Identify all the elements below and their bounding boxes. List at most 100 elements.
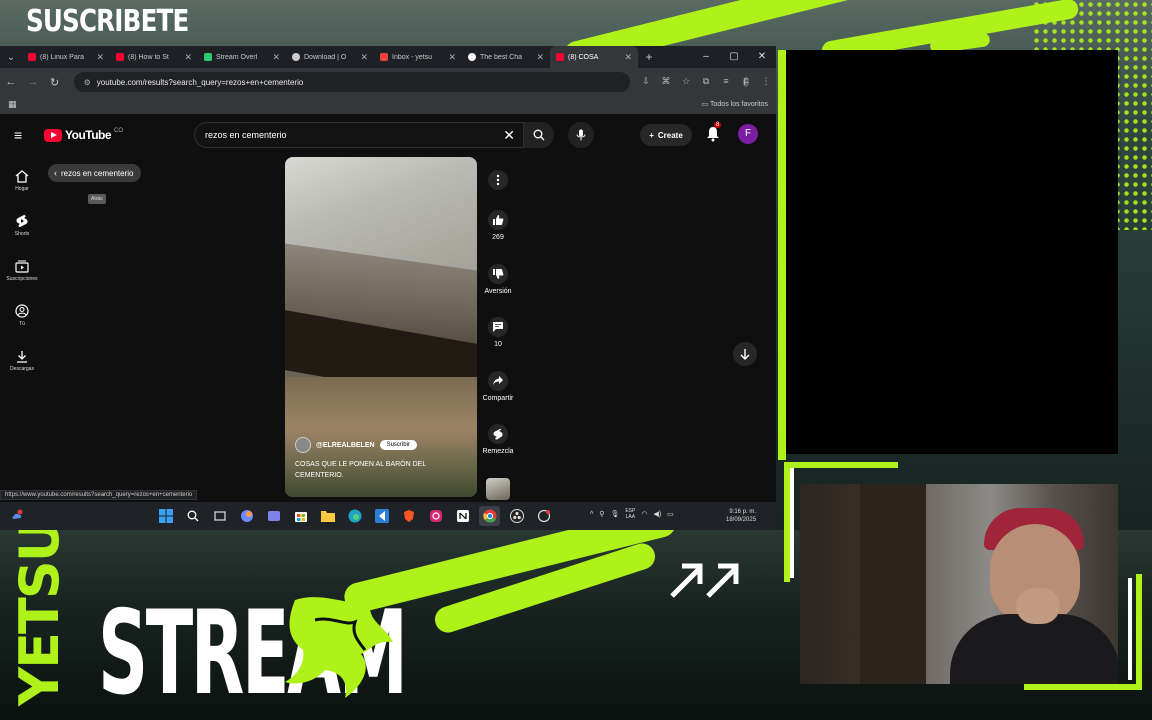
media-icon[interactable]: ≡ <box>716 76 736 88</box>
sidebar-item-you[interactable]: Tú <box>0 293 44 338</box>
more-options-icon[interactable] <box>488 170 508 190</box>
notification-badge: 8 <box>714 122 722 128</box>
language-indicator[interactable]: ESP LAA <box>625 508 635 520</box>
sidebar-item-downloads[interactable]: Descargas <box>0 338 44 383</box>
share-button[interactable]: Compartir <box>476 370 520 425</box>
tab-youtube-howto[interactable]: (8) How to St ✕ <box>110 46 198 68</box>
extensions-icon[interactable]: ⧉ <box>696 76 716 88</box>
comments-button[interactable]: 10 <box>476 317 520 371</box>
chrome-icon[interactable] <box>479 506 500 526</box>
tray-microphone-icon[interactable]: 🎙︎ <box>610 510 619 518</box>
weather-icon[interactable] <box>10 508 26 524</box>
profile-icon[interactable]: F <box>736 76 756 88</box>
menu-dots-icon[interactable]: ⋮ <box>756 76 776 88</box>
youtube-logo[interactable]: YouTube CO <box>44 128 123 142</box>
instagram-icon[interactable] <box>425 506 446 526</box>
short-video-player[interactable]: @ELREALBELEN Suscribir COSAS QUE LE PONE… <box>285 157 477 497</box>
youtube-favicon-icon <box>556 53 564 61</box>
tab-stream-overlay[interactable]: Stream Overl ✕ <box>198 46 286 68</box>
youtube-play-icon <box>44 128 62 142</box>
status-bar-url: https://www.youtube.com/results?search_q… <box>0 490 198 500</box>
back-arrow-icon[interactable]: ← <box>0 76 22 88</box>
maximize-button[interactable]: ▢ <box>720 46 748 68</box>
tab-search-button[interactable]: ⌄ <box>0 52 22 63</box>
search-icon[interactable] <box>182 506 203 526</box>
minimize-button[interactable]: – <box>692 46 720 68</box>
webcam-frame-border <box>790 468 794 578</box>
back-arrow-icon[interactable]: ‹ <box>54 168 57 178</box>
tab-close-icon[interactable]: ✕ <box>96 52 104 63</box>
menu-icon[interactable]: ≡ <box>14 128 28 142</box>
remix-button[interactable]: Remezcla <box>476 424 520 478</box>
avatar[interactable]: F <box>738 124 758 144</box>
camera-placeholder <box>786 50 1118 454</box>
tray-app-icon[interactable]: ⚲ <box>599 510 604 518</box>
edge-icon[interactable] <box>344 506 365 526</box>
file-explorer-icon[interactable] <box>317 506 338 526</box>
tab-download[interactable]: Download | O ✕ <box>286 46 374 68</box>
sidebar-item-subscriptions[interactable]: Suscripciones <box>0 248 44 293</box>
sidebar-item-shorts[interactable]: Shorts <box>0 203 44 248</box>
tab-close-icon[interactable]: ✕ <box>448 52 456 63</box>
channel-avatar[interactable] <box>295 437 311 453</box>
vscode-icon[interactable] <box>371 506 392 526</box>
create-button[interactable]: + Create <box>640 124 692 146</box>
tab-close-icon[interactable]: ✕ <box>624 52 632 63</box>
tab-close-icon[interactable]: ✕ <box>360 52 368 63</box>
battery-icon[interactable]: ▭ <box>667 510 674 518</box>
close-button[interactable]: ✕ <box>748 46 776 68</box>
teams-icon[interactable] <box>263 506 284 526</box>
home-icon <box>15 169 29 183</box>
sidebar-item-home[interactable]: Hogar <box>0 158 44 203</box>
site-info-icon[interactable]: ⚙ <box>84 78 91 87</box>
apps-grid-icon[interactable]: ▦ <box>8 99 17 110</box>
store-icon[interactable] <box>290 506 311 526</box>
subscribe-button[interactable]: Suscribir <box>379 440 417 450</box>
obs-icon[interactable] <box>506 506 527 526</box>
tab-youtube-linux[interactable]: (8) Linux Para ✕ <box>22 46 110 68</box>
next-short-button[interactable] <box>733 342 757 366</box>
tab-close-icon[interactable]: ✕ <box>184 52 192 63</box>
address-bar[interactable]: ⚙ youtube.com/results?search_query=rezos… <box>73 72 631 92</box>
voice-search-button[interactable] <box>568 122 594 148</box>
gmail-favicon-icon <box>380 53 388 61</box>
obs-favicon-icon <box>292 53 300 61</box>
copilot-icon[interactable] <box>236 506 257 526</box>
tray-overflow-icon[interactable]: ^ <box>590 511 593 518</box>
search-query-chip[interactable]: ‹ rezos en cementerio <box>48 164 142 182</box>
like-button[interactable]: 269 <box>476 210 520 264</box>
task-view-icon[interactable] <box>209 506 230 526</box>
tab-inbox[interactable]: Inbox - yetsu ✕ <box>374 46 462 68</box>
install-icon[interactable]: ⇩ <box>636 76 656 88</box>
wifi-icon[interactable]: ◠ <box>641 510 647 518</box>
volume-icon[interactable]: ◀︎) <box>653 510 661 518</box>
plus-icon: + <box>649 130 654 140</box>
channel-handle[interactable]: @ELREALBELEN <box>316 442 375 449</box>
dislike-button[interactable]: Aversión <box>476 263 520 318</box>
all-bookmarks-link[interactable]: ▭ Todos los favoritos <box>702 100 768 108</box>
translate-icon[interactable]: ⌘ <box>656 76 676 88</box>
windows-start-icon[interactable] <box>155 506 176 526</box>
taskbar-clock[interactable]: 9:16 p. m. 18/09/2025 <box>726 508 756 524</box>
youtube-sidebar: Hogar Shorts Suscripciones Tú Descargas <box>0 158 44 383</box>
reload-icon[interactable]: ↻ <box>44 76 66 89</box>
bookmark-star-icon[interactable]: ☆ <box>676 76 696 88</box>
comment-icon <box>493 322 503 332</box>
new-tab-button[interactable]: + <box>638 50 660 64</box>
recording-app-icon[interactable] <box>533 506 554 526</box>
tab-youtube-active[interactable]: (8) COSA ✕ <box>550 46 638 68</box>
tab-close-icon[interactable]: ✕ <box>536 52 544 63</box>
tab-close-icon[interactable]: ✕ <box>272 52 280 63</box>
short-actions: 269 Aversión 10 Compartir Remezcla <box>476 210 520 530</box>
forward-arrow-icon[interactable]: → <box>22 76 44 88</box>
notifications-bell-icon[interactable] <box>706 126 720 142</box>
search-button[interactable] <box>524 122 554 148</box>
search-input[interactable]: rezos en cementerio ✕ <box>194 122 524 148</box>
taskbar-apps <box>155 506 554 526</box>
search-icon <box>533 129 545 141</box>
clear-search-icon[interactable]: ✕ <box>503 128 515 142</box>
brave-icon[interactable] <box>398 506 419 526</box>
tab-chatgpt[interactable]: The best Cha ✕ <box>462 46 550 68</box>
youtube-page: ≡ YouTube CO rezos en cementerio ✕ + Cre… <box>0 114 776 500</box>
notion-icon[interactable] <box>452 506 473 526</box>
